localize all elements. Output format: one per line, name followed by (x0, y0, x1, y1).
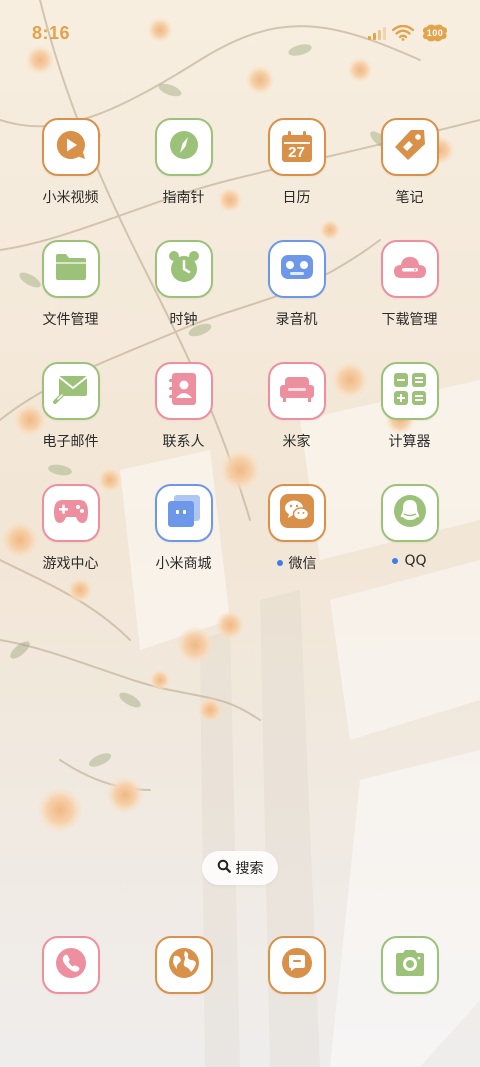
app-calendar[interactable]: 27 日历 (240, 112, 353, 234)
app-icon-tile (267, 484, 326, 542)
app-icon-tile (41, 484, 100, 542)
app-recorder[interactable]: 录音机 (240, 234, 353, 356)
browser-globe-icon (167, 946, 201, 984)
app-wechat[interactable]: 微信 (240, 478, 353, 600)
contacts-book-icon (168, 372, 199, 410)
signal-icon (368, 26, 386, 40)
app-icon-tile (380, 118, 439, 176)
phone-icon (55, 947, 87, 983)
cloud-download-icon (393, 254, 427, 284)
app-label: 小米视频 (42, 190, 99, 206)
app-label: 指南针 (162, 190, 205, 206)
app-label: 计算器 (388, 434, 431, 450)
app-mi-store[interactable]: 小米商城 (127, 478, 240, 600)
play-icon (55, 129, 87, 165)
calendar-icon: 27 (280, 130, 314, 164)
app-icon-tile (380, 240, 439, 298)
new-badge-dot (276, 560, 283, 566)
app-label: 联系人 (162, 434, 205, 450)
app-calculator[interactable]: 计算器 (353, 356, 466, 478)
folder-icon (54, 252, 88, 286)
app-label: 录音机 (275, 312, 318, 328)
app-label: 文件管理 (42, 312, 99, 328)
app-qq[interactable]: QQ (353, 478, 466, 600)
app-label: 小米商城 (155, 556, 212, 572)
calculator-icon (393, 372, 427, 410)
app-icon-tile (154, 484, 213, 542)
message-icon (280, 946, 314, 984)
app-icon-tile (154, 362, 213, 420)
mail-icon (52, 374, 89, 408)
dock-messages[interactable] (240, 936, 353, 994)
camera-icon (393, 948, 427, 982)
battery-level: 100 (426, 28, 444, 38)
app-grid: 小米视频 指南针 27 日历 笔记 文件管理 时钟 录音机 下载管理 电子邮件 … (14, 112, 466, 600)
dock (14, 936, 466, 994)
app-icon-tile (267, 936, 326, 994)
status-bar: 8:16 100 (32, 18, 450, 48)
battery-icon: 100 (420, 23, 450, 43)
recorder-icon (280, 254, 314, 284)
tag-icon (393, 128, 427, 166)
app-label: 时钟 (169, 312, 198, 328)
app-label: 笔记 (395, 190, 424, 206)
app-icon-tile (41, 936, 100, 994)
dock-camera[interactable] (353, 936, 466, 994)
app-icon-tile: 27 (267, 118, 326, 176)
app-game-center[interactable]: 游戏中心 (14, 478, 127, 600)
store-bag-icon (167, 494, 201, 532)
app-file-manager[interactable]: 文件管理 (14, 234, 127, 356)
app-contacts[interactable]: 联系人 (127, 356, 240, 478)
app-icon-tile (380, 484, 439, 542)
app-icon-tile (154, 118, 213, 176)
app-icon-tile (41, 118, 100, 176)
new-badge-dot (392, 558, 399, 564)
app-icon-tile (380, 362, 439, 420)
app-mi-video[interactable]: 小米视频 (14, 112, 127, 234)
calendar-date: 27 (288, 144, 305, 161)
app-label: 微信 (288, 556, 317, 572)
compass-icon (168, 129, 200, 165)
app-mi-home[interactable]: 米家 (240, 356, 353, 478)
app-label: 游戏中心 (42, 556, 99, 572)
wechat-icon (279, 493, 315, 533)
app-email[interactable]: 电子邮件 (14, 356, 127, 478)
app-notes[interactable]: 笔记 (353, 112, 466, 234)
dock-browser[interactable] (127, 936, 240, 994)
app-icon-tile (41, 240, 100, 298)
status-time: 8:16 (32, 22, 71, 43)
app-clock[interactable]: 时钟 (127, 234, 240, 356)
qq-penguin-icon (392, 493, 428, 533)
app-icon-tile (154, 936, 213, 994)
app-label: 米家 (282, 434, 311, 450)
app-label: QQ (404, 553, 427, 569)
alarm-clock-icon (167, 250, 201, 288)
app-label: 日历 (282, 190, 311, 206)
app-icon-tile (380, 936, 439, 994)
search-button[interactable]: 搜索 (202, 851, 278, 885)
app-icon-tile (41, 362, 100, 420)
status-icons: 100 (368, 23, 450, 43)
app-download-manager[interactable]: 下载管理 (353, 234, 466, 356)
app-icon-tile (154, 240, 213, 298)
search-icon (217, 859, 231, 877)
app-icon-tile (267, 240, 326, 298)
app-label: 下载管理 (381, 312, 438, 328)
gamepad-icon (53, 498, 89, 528)
search-label: 搜索 (235, 861, 264, 877)
app-label: 电子邮件 (42, 434, 99, 450)
app-icon-tile (267, 362, 326, 420)
sofa-icon (279, 375, 315, 407)
wifi-icon (392, 25, 414, 41)
dock-phone[interactable] (14, 936, 127, 994)
app-compass[interactable]: 指南针 (127, 112, 240, 234)
